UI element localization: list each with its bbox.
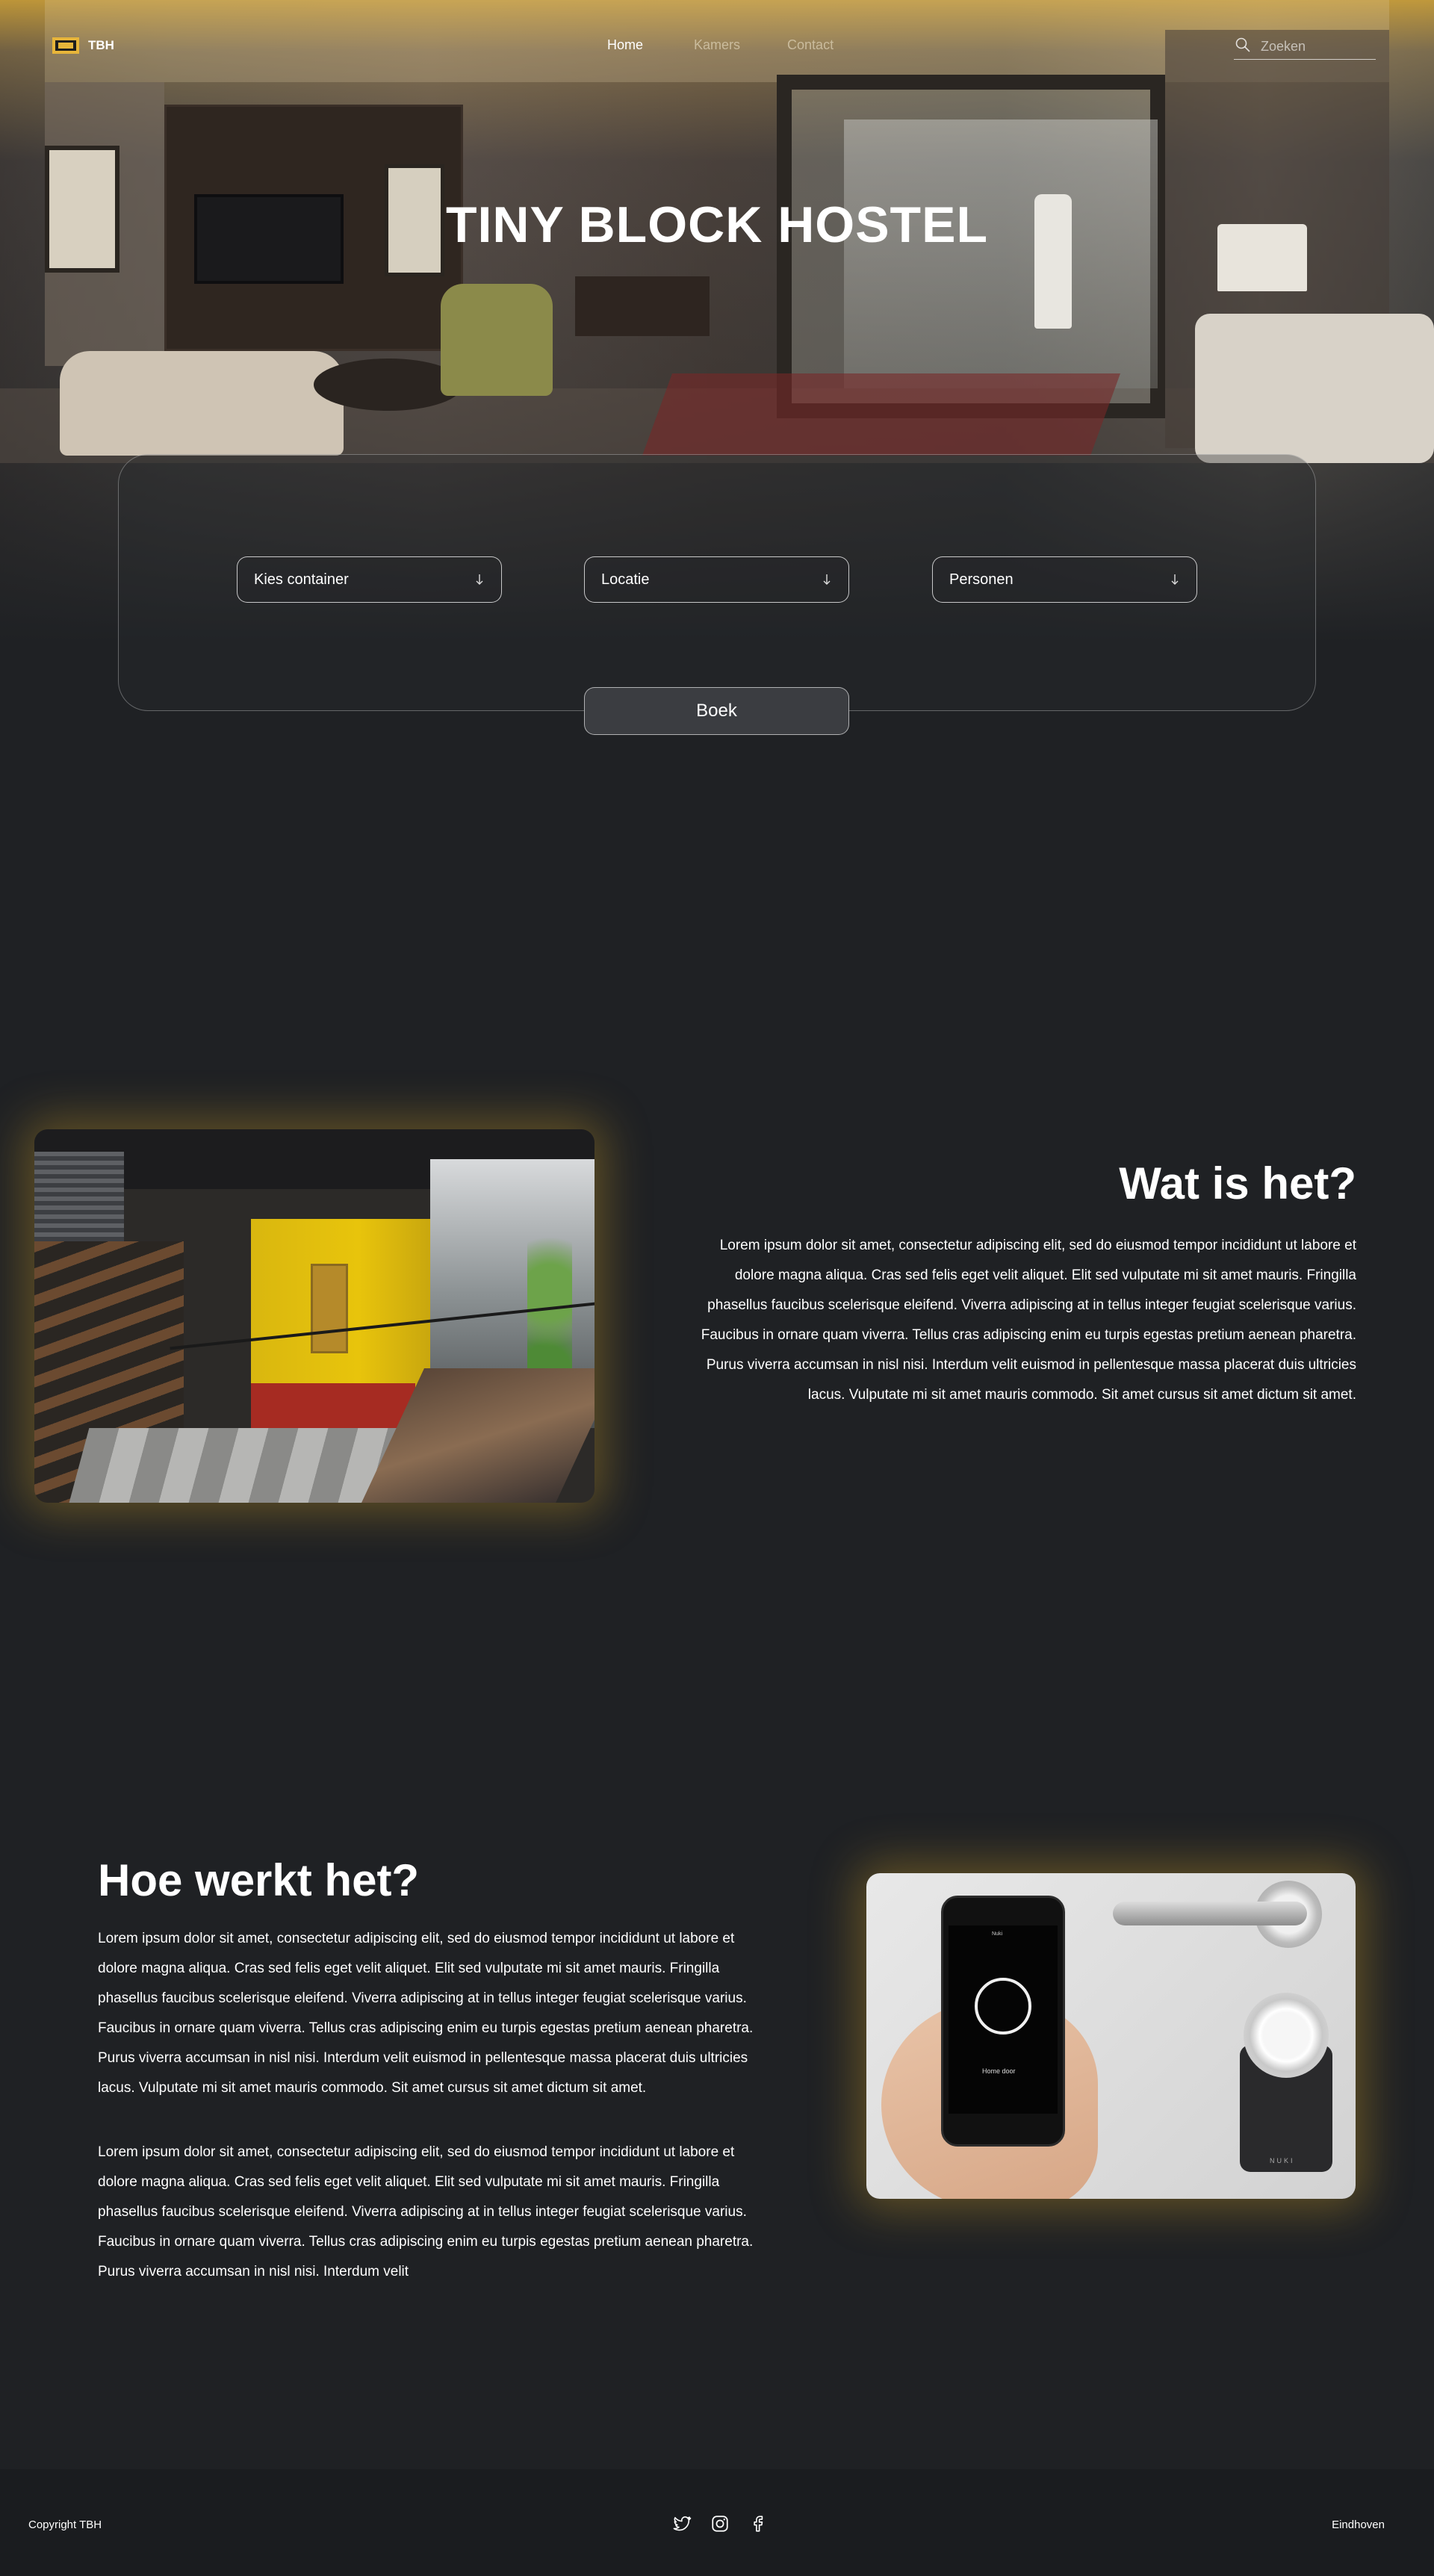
how-it-works-paragraph: Lorem ipsum dolor sit amet, consectetur … <box>98 2144 754 2279</box>
search-icon[interactable] <box>1235 37 1250 52</box>
location-select[interactable]: Locatie <box>584 556 849 603</box>
phone-app-label: Home door <box>982 2067 1016 2075</box>
nav-links: Home Kamers Contact <box>607 37 834 53</box>
how-it-works-paragraph: Lorem ipsum dolor sit amet, consectetur … <box>98 1931 754 2096</box>
how-it-works-title: Hoe werkt het? <box>98 1855 420 1905</box>
container-select[interactable]: Kies container <box>237 556 502 603</box>
logo-text: TBH <box>88 38 114 52</box>
instagram-icon[interactable] <box>710 2514 730 2533</box>
location-select-label: Locatie <box>601 571 650 588</box>
social-links <box>672 2514 768 2533</box>
container-select-label: Kies container <box>254 571 349 588</box>
persons-select[interactable]: Personen <box>932 556 1197 603</box>
container-hostel-photo <box>34 1129 595 1503</box>
arrow-down-icon <box>823 574 831 585</box>
footer-location: Eindhoven <box>1332 2518 1385 2531</box>
persons-select-label: Personen <box>949 571 1014 588</box>
what-is-it-title: Wat is het? <box>1119 1158 1356 1208</box>
footer-copyright: Copyright TBH <box>28 2518 102 2531</box>
logo-container-icon <box>52 37 79 54</box>
hero-title: TINY BLOCK HOSTEL <box>446 196 988 253</box>
nav-link-home[interactable]: Home <box>607 37 643 53</box>
site-logo[interactable]: TBH <box>52 37 114 54</box>
book-button[interactable]: Boek <box>584 687 849 735</box>
phone-app-title: Nuki <box>992 1931 1003 1937</box>
search-input[interactable] <box>1261 37 1373 55</box>
smart-lock-photo: NUKI Nuki Home door <box>866 1873 1356 2199</box>
search-box <box>1234 34 1376 60</box>
footer: Copyright TBH Eindhoven <box>0 2469 1434 2576</box>
twitter-icon[interactable] <box>672 2514 692 2533</box>
lock-brand-text: NUKI <box>1270 2157 1295 2164</box>
what-is-it-text: Lorem ipsum dolor sit amet, consectetur … <box>701 1238 1356 1403</box>
nav-link-kamers[interactable]: Kamers <box>694 37 740 53</box>
nav-link-contact[interactable]: Contact <box>787 37 834 53</box>
facebook-icon[interactable] <box>748 2514 768 2533</box>
arrow-down-icon <box>476 574 483 585</box>
arrow-down-icon <box>1171 574 1179 585</box>
top-navigation: TBH Home Kamers Contact <box>0 0 1434 97</box>
how-it-works-text: Lorem ipsum dolor sit amet, consectetur … <box>98 1924 755 2287</box>
